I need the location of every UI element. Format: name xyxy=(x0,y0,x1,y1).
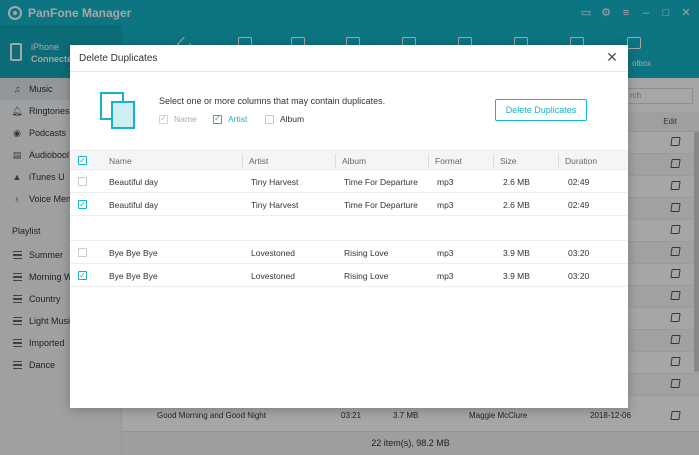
cell-duration: 02:49 xyxy=(568,200,590,210)
select-all-checkbox[interactable]: ✓ xyxy=(78,156,87,165)
cell-name: Bye Bye Bye xyxy=(109,271,158,281)
checkbox-artist[interactable]: ✓ xyxy=(213,114,222,124)
cell-size: 2.6 MB xyxy=(503,200,530,210)
table-header: ✓ Name Artist Album Format Size Duration xyxy=(70,150,628,170)
table-row[interactable]: ✓ Beautiful day Tiny Harvest Time For De… xyxy=(70,193,628,216)
option-label: Artist xyxy=(228,114,248,124)
table-row[interactable]: Beautiful day Tiny Harvest Time For Depa… xyxy=(70,170,628,193)
cell-name: Beautiful day xyxy=(109,200,159,210)
dialog-title: Delete Duplicates xyxy=(79,53,158,64)
column-header[interactable]: Size xyxy=(500,156,517,166)
cell-duration: 03:20 xyxy=(568,271,590,281)
cell-format: mp3 xyxy=(437,271,454,281)
cell-size: 3.9 MB xyxy=(503,271,530,281)
column-header[interactable]: Album xyxy=(342,156,366,166)
cell-duration: 03:20 xyxy=(568,248,590,258)
column-header[interactable]: Format xyxy=(435,156,462,166)
cell-artist: Lovestoned xyxy=(251,271,295,281)
cell-album: Rising Love xyxy=(344,248,389,258)
delete-duplicates-button[interactable]: Delete Duplicates xyxy=(495,99,587,121)
column-header[interactable]: Duration xyxy=(565,156,597,166)
cell-artist: Lovestoned xyxy=(251,248,295,258)
option-artist[interactable]: ✓ Artist xyxy=(213,114,247,124)
cell-format: mp3 xyxy=(437,248,454,258)
group-separator xyxy=(70,216,628,241)
option-label: Album xyxy=(280,114,305,124)
cell-name: Bye Bye Bye xyxy=(109,248,158,258)
cell-artist: Tiny Harvest xyxy=(251,177,299,187)
cell-artist: Tiny Harvest xyxy=(251,200,299,210)
row-checkbox[interactable] xyxy=(78,177,87,186)
table-row[interactable]: ✓ Bye Bye Bye Lovestoned Rising Love mp3… xyxy=(70,264,628,287)
cell-size: 2.6 MB xyxy=(503,177,530,187)
option-album[interactable]: Album xyxy=(265,114,304,124)
column-header[interactable]: Artist xyxy=(249,156,268,166)
duplicate-files-icon xyxy=(100,92,136,130)
table-row[interactable]: Bye Bye Bye Lovestoned Rising Love mp3 3… xyxy=(70,241,628,264)
divider xyxy=(70,71,628,72)
option-label: Name xyxy=(174,114,197,124)
cell-name: Beautiful day xyxy=(109,177,159,187)
cell-size: 3.9 MB xyxy=(503,248,530,258)
option-name[interactable]: ✓ Name xyxy=(159,114,197,124)
column-header[interactable]: Name xyxy=(109,156,132,166)
checkbox-name[interactable]: ✓ xyxy=(159,114,168,124)
cell-album: Time For Departure xyxy=(344,200,418,210)
cell-duration: 02:49 xyxy=(568,177,590,187)
row-checkbox[interactable]: ✓ xyxy=(78,271,87,280)
cell-format: mp3 xyxy=(437,200,454,210)
cell-album: Rising Love xyxy=(344,271,389,281)
delete-duplicates-dialog: Delete Duplicates ✕ Select one or more c… xyxy=(70,45,628,408)
instruction-text: Select one or more columns that may cont… xyxy=(159,96,386,106)
duplicates-table: ✓ Name Artist Album Format Size Duration… xyxy=(70,150,628,287)
cell-format: mp3 xyxy=(437,177,454,187)
close-icon[interactable]: ✕ xyxy=(605,50,619,65)
cell-album: Time For Departure xyxy=(344,177,418,187)
checkbox-album[interactable] xyxy=(265,114,274,124)
row-checkbox[interactable] xyxy=(78,248,87,257)
row-checkbox[interactable]: ✓ xyxy=(78,200,87,209)
